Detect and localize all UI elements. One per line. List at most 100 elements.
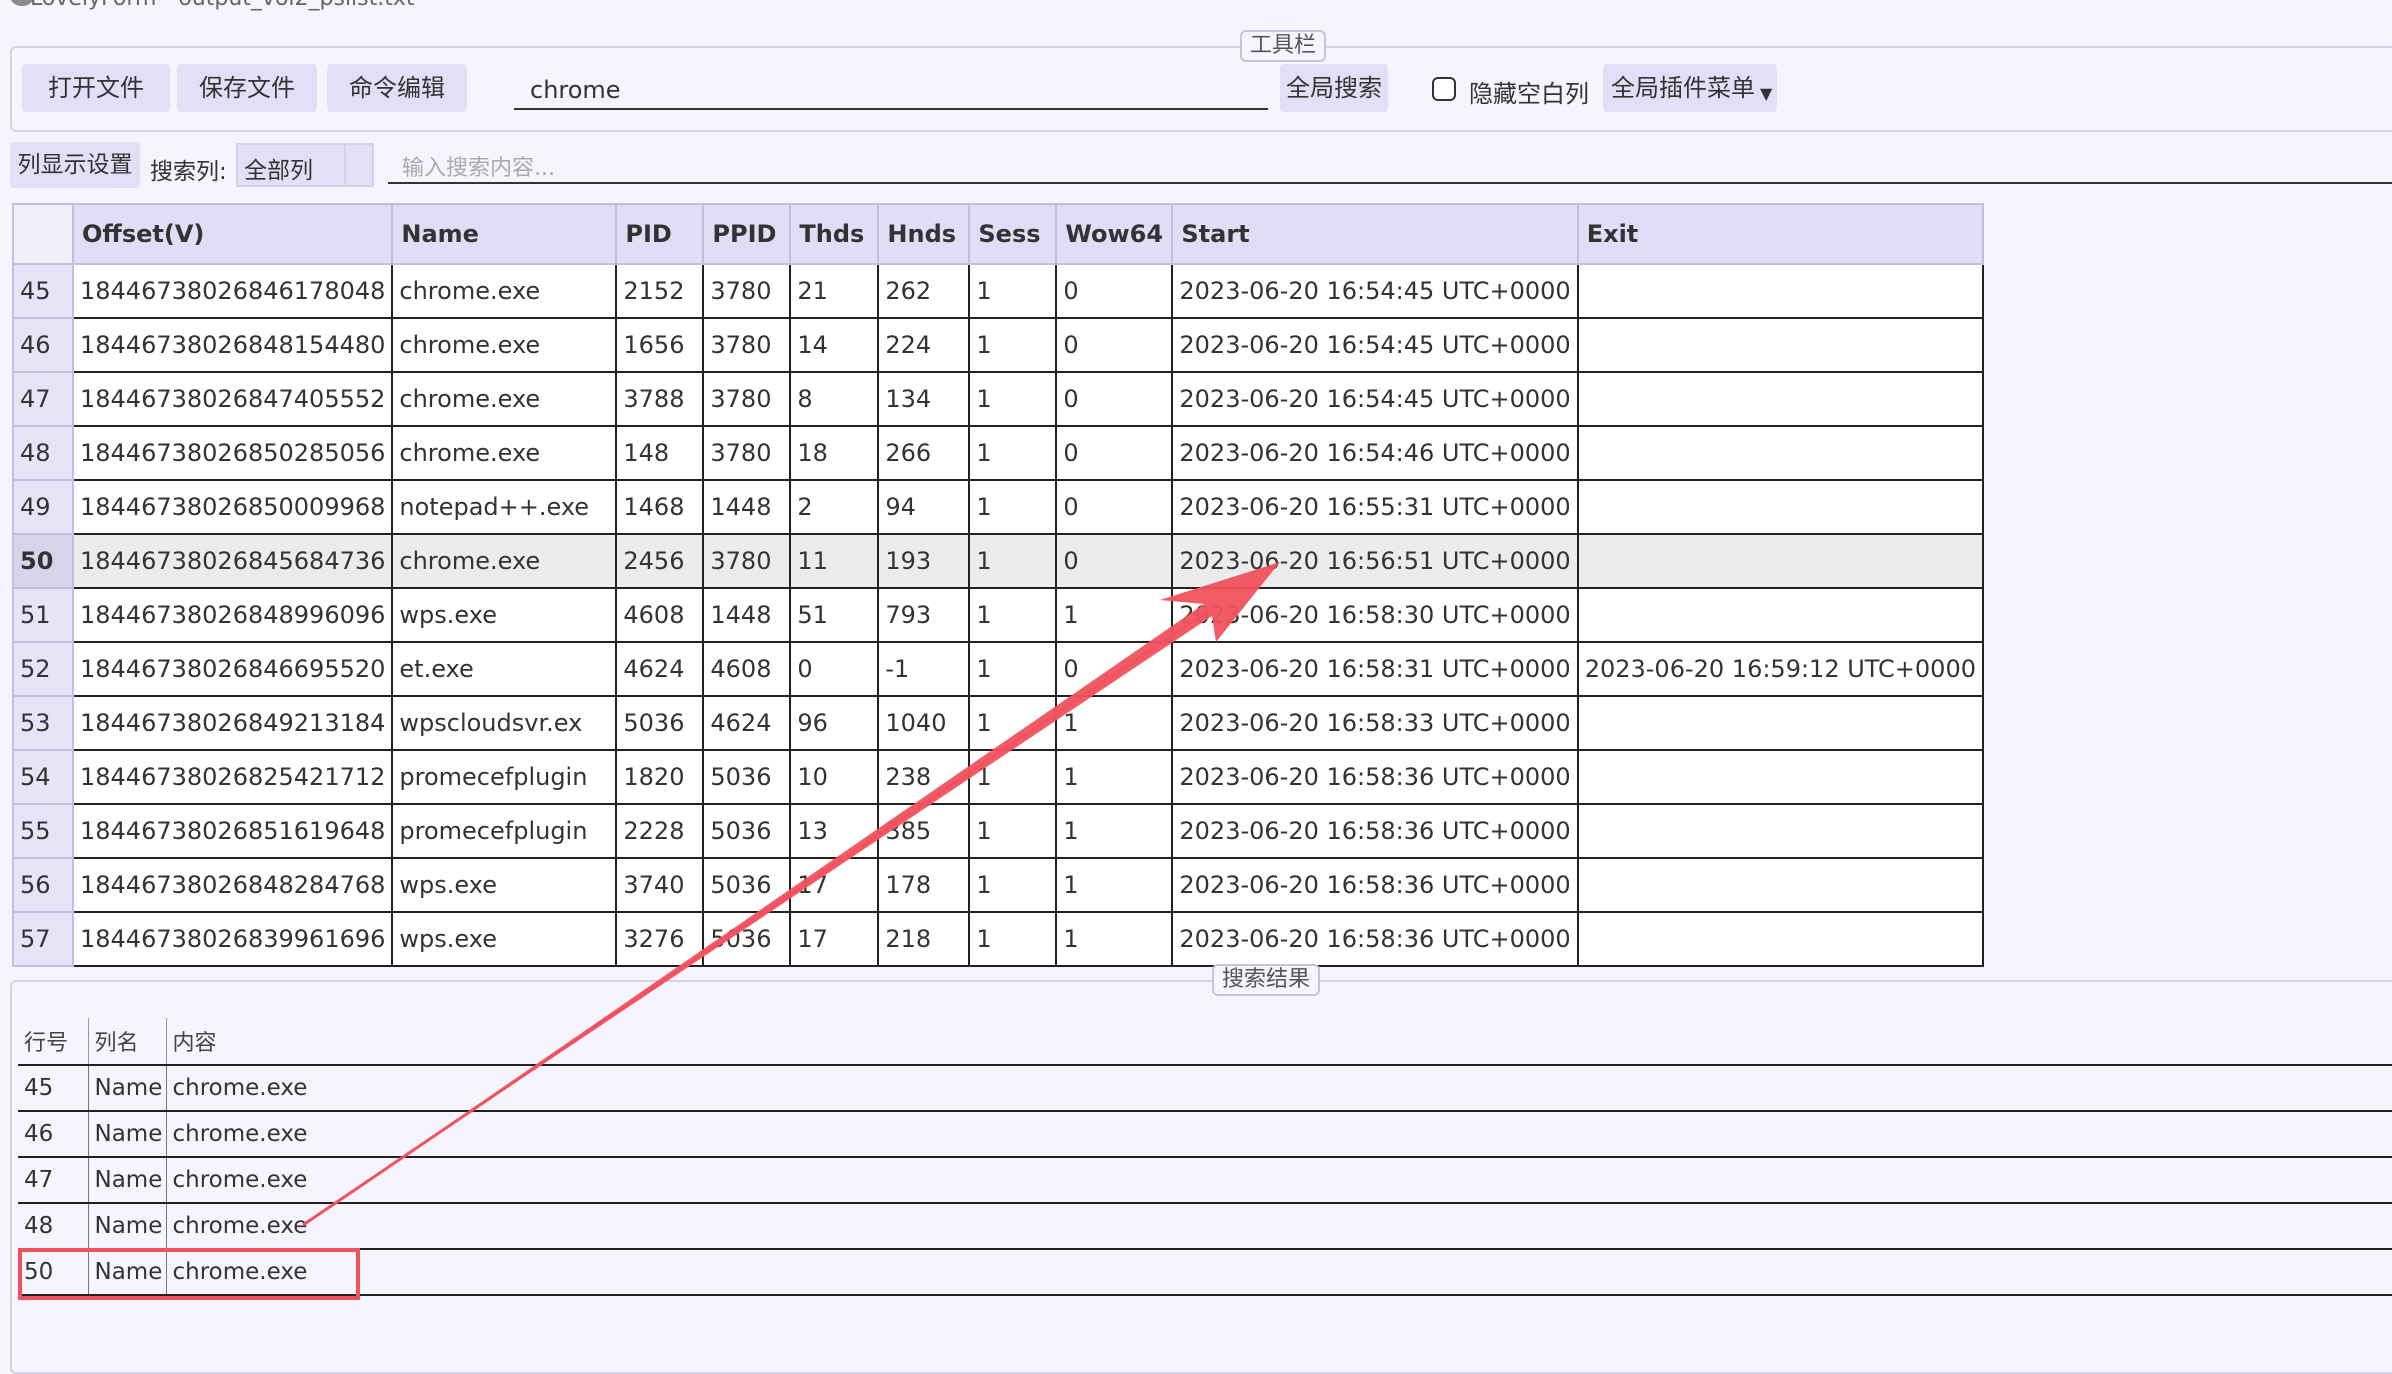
table-cell[interactable]: promecefplugin xyxy=(391,749,618,805)
table-cell[interactable]: 2456 xyxy=(615,533,705,589)
table-cell[interactable]: 3780 xyxy=(702,533,792,589)
table-cell[interactable]: 2 xyxy=(789,479,880,535)
table-cell[interactable]: 1 xyxy=(968,533,1058,589)
table-cell[interactable]: 1 xyxy=(968,587,1058,643)
table-cell[interactable]: 793 xyxy=(877,587,971,643)
table-cell[interactable]: 18446738026846695520 xyxy=(71,641,394,697)
table-cell[interactable] xyxy=(1576,317,1984,373)
table-cell[interactable] xyxy=(1576,911,1984,967)
table-cell[interactable]: 51 xyxy=(789,587,880,643)
row-header[interactable]: 48 xyxy=(12,425,74,481)
table-cell[interactable]: 3780 xyxy=(702,317,792,373)
results-row[interactable]: 50 Name chrome.exe xyxy=(18,1248,2392,1296)
hide-empty-cols-checkbox[interactable] xyxy=(1432,77,1456,101)
table-cell[interactable]: 2023-06-20 16:58:31 UTC+0000 xyxy=(1171,641,1579,697)
results-row[interactable]: 46 Name chrome.exe xyxy=(18,1110,2392,1157)
table-cell[interactable]: 1 xyxy=(968,371,1058,427)
table-row[interactable]: 52 18446738026846695520 et.exe 4624 4608 0 -1 1… xyxy=(12,641,1984,697)
table-row[interactable]: 48 18446738026850285056 chrome.exe 148 3780 1… xyxy=(12,425,1984,481)
table-cell[interactable]: 5036 xyxy=(702,749,792,805)
table-cell[interactable]: 96 xyxy=(789,695,880,751)
results-row[interactable]: 47 Name chrome.exe xyxy=(18,1156,2392,1203)
table-cell[interactable]: 0 xyxy=(1055,317,1174,373)
table-cell[interactable]: 3780 xyxy=(702,263,792,319)
table-row[interactable]: 50 18446738026845684736 chrome.exe 2456 3780… xyxy=(12,533,1984,589)
table-row[interactable]: 47 18446738026847405552 chrome.exe 3788 3780… xyxy=(12,371,1984,427)
table-cell[interactable]: 2023-06-20 16:54:46 UTC+0000 xyxy=(1171,425,1579,481)
table-cell[interactable]: 1040 xyxy=(877,695,971,751)
table-cell[interactable]: 2023-06-20 16:58:36 UTC+0000 xyxy=(1171,857,1579,913)
table-cell[interactable]: 1 xyxy=(968,749,1058,805)
table-cell[interactable]: 2023-06-20 16:58:36 UTC+0000 xyxy=(1171,803,1579,859)
table-row[interactable]: 51 18446738026848996096 wps.exe 4608 1448 51 7… xyxy=(12,587,1984,643)
table-cell[interactable] xyxy=(1576,533,1984,589)
table-cell[interactable]: 0 xyxy=(1055,641,1174,697)
grid-corner-cell[interactable] xyxy=(12,203,74,265)
table-cell[interactable]: 2023-06-20 16:58:33 UTC+0000 xyxy=(1171,695,1579,751)
table-cell[interactable] xyxy=(1576,479,1984,535)
save-file-button[interactable]: 保存文件 xyxy=(177,64,317,112)
table-cell[interactable]: 18446738026846178048 xyxy=(71,263,394,319)
table-cell[interactable] xyxy=(1576,263,1984,319)
command-edit-button[interactable]: 命令编辑 xyxy=(327,64,467,112)
table-cell[interactable]: 3276 xyxy=(615,911,705,967)
table-cell[interactable]: 238 xyxy=(877,749,971,805)
table-cell[interactable]: 5036 xyxy=(702,803,792,859)
table-cell[interactable]: 178 xyxy=(877,857,971,913)
table-cell[interactable]: 3788 xyxy=(615,371,705,427)
table-cell[interactable] xyxy=(1576,587,1984,643)
table-cell[interactable]: 10 xyxy=(789,749,880,805)
table-cell[interactable]: 1448 xyxy=(702,479,792,535)
table-cell[interactable]: 385 xyxy=(877,803,971,859)
column-header[interactable]: Exit xyxy=(1576,203,1984,265)
table-cell[interactable]: 218 xyxy=(877,911,971,967)
search-column-select[interactable]: 全部列 xyxy=(236,143,374,187)
table-cell[interactable]: 17 xyxy=(789,911,880,967)
table-cell[interactable]: 1820 xyxy=(615,749,705,805)
table-cell[interactable]: notepad++.exe xyxy=(391,479,618,535)
row-header[interactable]: 45 xyxy=(12,263,74,319)
table-cell[interactable]: 11 xyxy=(789,533,880,589)
table-cell[interactable]: 18446738026845684736 xyxy=(71,533,394,589)
table-cell[interactable]: 13 xyxy=(789,803,880,859)
table-row[interactable]: 54 18446738026825421712 promecefplugin 1820… xyxy=(12,749,1984,805)
column-header[interactable]: Thds xyxy=(789,203,880,265)
table-cell[interactable]: 18446738026850285056 xyxy=(71,425,394,481)
table-cell[interactable]: 8 xyxy=(789,371,880,427)
table-cell[interactable]: 18446738026848154480 xyxy=(71,317,394,373)
table-cell[interactable]: 148 xyxy=(615,425,705,481)
table-cell[interactable]: chrome.exe xyxy=(391,317,618,373)
row-header[interactable]: 57 xyxy=(12,911,74,967)
table-cell[interactable]: 5036 xyxy=(615,695,705,751)
table-cell[interactable]: 2023-06-20 16:54:45 UTC+0000 xyxy=(1171,371,1579,427)
row-header[interactable]: 46 xyxy=(12,317,74,373)
table-cell[interactable]: 18446738026825421712 xyxy=(71,749,394,805)
table-cell[interactable]: 21 xyxy=(789,263,880,319)
table-cell[interactable]: 18 xyxy=(789,425,880,481)
results-row[interactable]: 45 Name chrome.exe xyxy=(18,1064,2392,1111)
row-header[interactable]: 47 xyxy=(12,371,74,427)
table-cell[interactable]: chrome.exe xyxy=(391,263,618,319)
table-row[interactable]: 46 18446738026848154480 chrome.exe 1656 3780… xyxy=(12,317,1984,373)
table-cell[interactable]: 262 xyxy=(877,263,971,319)
table-cell[interactable]: 1 xyxy=(968,425,1058,481)
table-cell[interactable]: promecefplugin xyxy=(391,803,618,859)
table-cell[interactable]: 5036 xyxy=(702,911,792,967)
table-cell[interactable]: 1 xyxy=(968,695,1058,751)
table-cell[interactable]: 18446738026848996096 xyxy=(71,587,394,643)
table-cell[interactable]: 1 xyxy=(968,317,1058,373)
table-cell[interactable]: 1 xyxy=(1055,695,1174,751)
table-cell[interactable]: 18446738026847405552 xyxy=(71,371,394,427)
table-cell[interactable]: 1468 xyxy=(615,479,705,535)
table-cell[interactable]: 193 xyxy=(877,533,971,589)
column-header[interactable]: Wow64 xyxy=(1055,203,1174,265)
table-cell[interactable] xyxy=(1576,749,1984,805)
table-cell[interactable]: 1 xyxy=(1055,857,1174,913)
table-cell[interactable]: 18446738026848284768 xyxy=(71,857,394,913)
table-cell[interactable]: 4624 xyxy=(702,695,792,751)
table-cell[interactable]: 1 xyxy=(1055,803,1174,859)
table-cell[interactable]: chrome.exe xyxy=(391,533,618,589)
row-header[interactable]: 50 xyxy=(12,533,74,589)
table-cell[interactable]: 1 xyxy=(1055,911,1174,967)
table-cell[interactable]: 14 xyxy=(789,317,880,373)
